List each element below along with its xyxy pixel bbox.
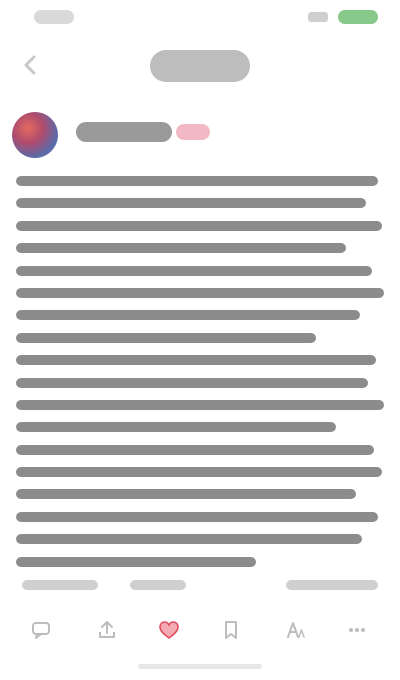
article-line bbox=[16, 243, 346, 254]
article-line bbox=[16, 422, 336, 433]
article-line bbox=[16, 377, 368, 388]
article-line bbox=[16, 287, 384, 298]
article-line bbox=[16, 489, 356, 500]
like-button[interactable] bbox=[152, 618, 186, 642]
meta-right bbox=[286, 580, 378, 590]
nav-bar bbox=[0, 36, 400, 94]
article-line bbox=[16, 467, 382, 478]
battery-icon bbox=[338, 10, 378, 24]
meta-row bbox=[0, 574, 400, 598]
comment-button[interactable] bbox=[24, 618, 58, 642]
article-line bbox=[16, 399, 384, 410]
status-bar bbox=[0, 0, 400, 36]
meta-middle bbox=[130, 580, 186, 590]
action-bar bbox=[0, 608, 400, 652]
article-line bbox=[16, 220, 382, 231]
article-line bbox=[16, 332, 316, 343]
home-indicator[interactable] bbox=[138, 664, 262, 669]
author-name[interactable] bbox=[76, 122, 172, 142]
author-row[interactable] bbox=[0, 108, 400, 160]
article-line bbox=[16, 511, 378, 522]
back-button[interactable] bbox=[14, 48, 48, 82]
article-line bbox=[16, 310, 360, 321]
share-button[interactable] bbox=[90, 618, 124, 642]
font-icon bbox=[287, 622, 305, 638]
meta-left bbox=[22, 580, 98, 590]
more-icon bbox=[349, 628, 365, 632]
article-screen bbox=[0, 0, 400, 680]
article-line bbox=[16, 534, 362, 545]
more-button[interactable] bbox=[340, 618, 374, 642]
article-line bbox=[16, 556, 256, 567]
signal-icon bbox=[308, 12, 328, 22]
article-line bbox=[16, 444, 374, 455]
status-icons bbox=[308, 9, 378, 25]
font-button[interactable] bbox=[278, 618, 312, 642]
article-line bbox=[16, 176, 378, 186]
bookmark-button[interactable] bbox=[214, 618, 248, 642]
bookmark-icon bbox=[225, 621, 237, 639]
time-text bbox=[34, 10, 74, 24]
status-time bbox=[34, 10, 74, 24]
article-line bbox=[16, 265, 372, 276]
page-title bbox=[150, 50, 250, 82]
avatar[interactable] bbox=[12, 112, 58, 158]
comment-icon bbox=[32, 622, 50, 639]
author-badge bbox=[176, 124, 210, 140]
article-line bbox=[16, 198, 366, 209]
share-icon bbox=[99, 621, 115, 638]
article-line bbox=[16, 355, 376, 366]
article-body bbox=[16, 176, 384, 567]
like-icon bbox=[159, 621, 179, 639]
chevron-left-icon bbox=[24, 55, 36, 75]
